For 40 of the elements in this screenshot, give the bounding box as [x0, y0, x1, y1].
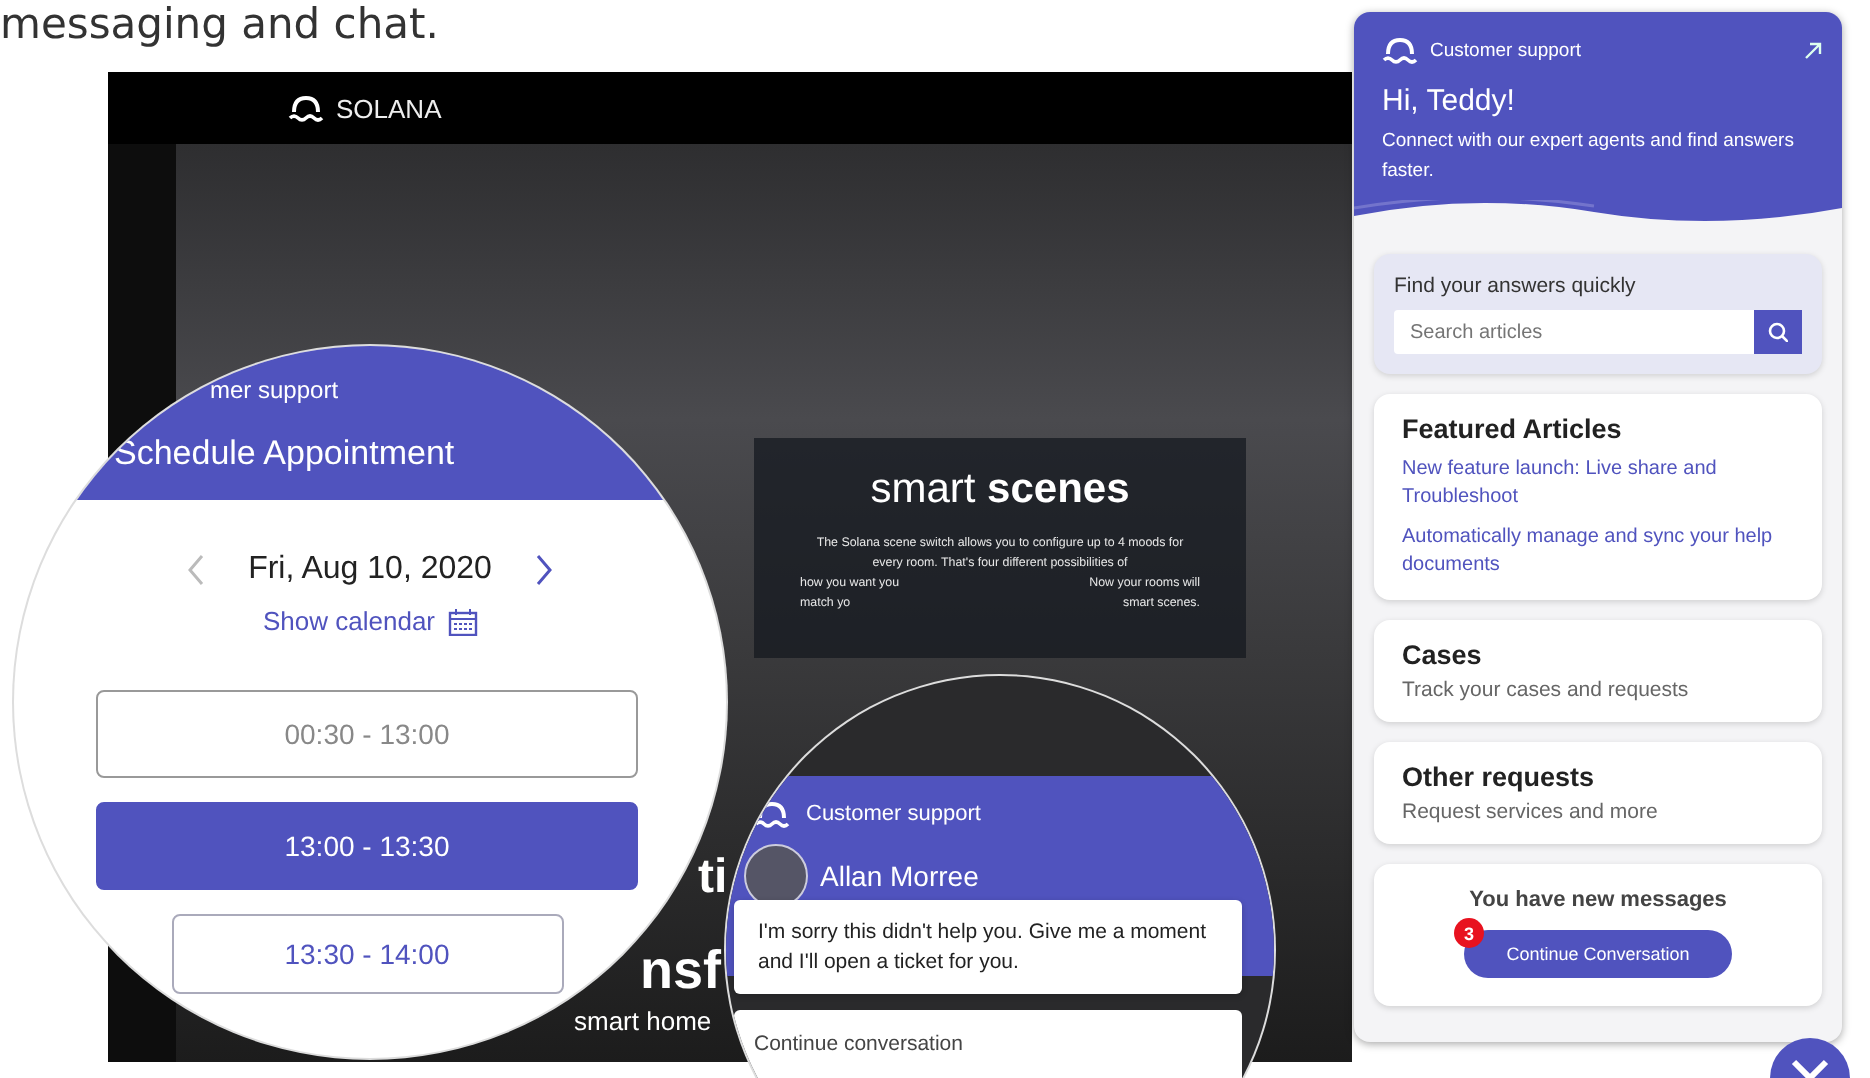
continue-conversation-button[interactable]: Continue conversation — [734, 1010, 1242, 1078]
greeting: Hi, Teddy! — [1382, 84, 1517, 118]
search-button[interactable] — [1754, 310, 1802, 354]
count-badge: 3 — [1454, 918, 1484, 948]
show-calendar-link[interactable]: Show calendar — [263, 606, 435, 636]
header-label: Customer support — [806, 802, 981, 826]
agent-name: Allan Morree — [820, 860, 979, 892]
date-label: Fri, Aug 10, 2020 — [248, 552, 492, 588]
card-subtitle: Track your cases and requests — [1402, 678, 1691, 702]
feature-title: smart scenes — [870, 466, 1130, 514]
card-title: Featured Articles — [1402, 414, 1624, 444]
card-title: Other requests — [1402, 762, 1597, 792]
time-slot-button[interactable]: 13:30 - 14:00 — [171, 914, 563, 994]
chat-message: I'm sorry this didn't help you. Give me a moment and I'll open a ticket for you. — [734, 900, 1242, 994]
article-link[interactable]: Automatically manage and sync your help documents — [1402, 524, 1794, 580]
hero-text: smart home — [574, 1006, 712, 1038]
card-subtitle: Request services and more — [1402, 800, 1660, 824]
menu-card[interactable]: Cases Track your cases and requests — [1374, 620, 1822, 722]
expand-icon[interactable] — [1804, 41, 1822, 59]
card-title: Cases — [1402, 640, 1484, 670]
calendar-icon[interactable] — [447, 607, 477, 635]
header-label: mer support — [210, 374, 341, 406]
search-label: Find your answers quickly — [1394, 274, 1638, 298]
logo-icon — [754, 800, 790, 828]
chevron-right-icon[interactable] — [535, 554, 552, 586]
search-icon — [1768, 322, 1788, 342]
search-field[interactable]: Search articles — [1394, 310, 1754, 354]
messages-title: You have new messages — [1469, 888, 1727, 912]
hero-text: ti — [698, 850, 728, 904]
brand-name: SOLANA — [336, 93, 442, 123]
header-label: Customer support — [1430, 39, 1582, 61]
subtitle: Connect with our expert agents and find answers faster. — [1382, 128, 1796, 186]
logo-icon — [1382, 36, 1418, 64]
menu-card[interactable]: Other requests Request services and more — [1374, 742, 1822, 844]
article-link[interactable]: New feature launch: Live share and Troubleshoot — [1402, 456, 1794, 512]
time-slot-button[interactable]: 13:00 - 13:30 — [96, 802, 638, 890]
dialog-title: Schedule Appointment — [114, 434, 457, 474]
logo-icon — [288, 94, 324, 122]
hero-text: nsf — [640, 940, 721, 1000]
intro-text: messaging and chat. — [0, 0, 441, 48]
